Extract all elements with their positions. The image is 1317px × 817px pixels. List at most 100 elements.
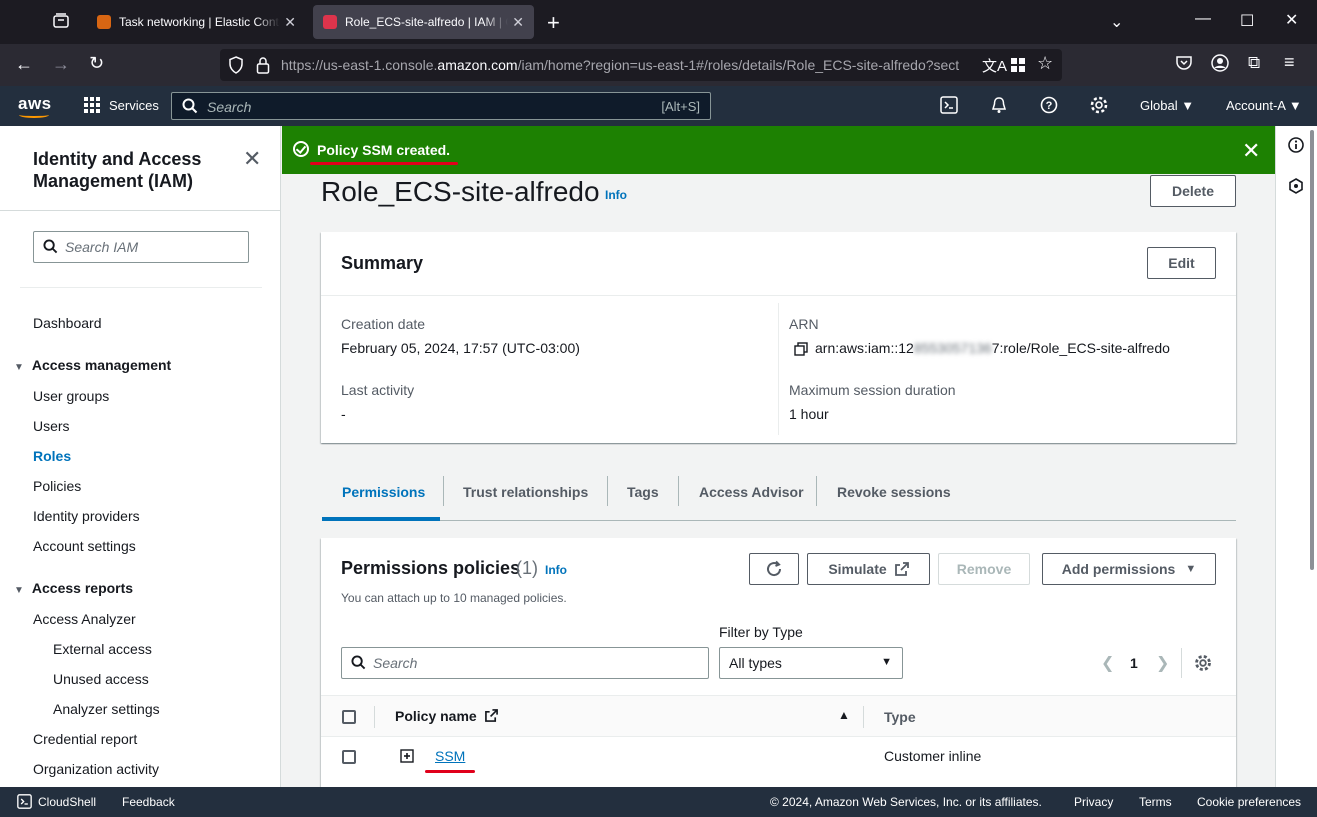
tab-permissions[interactable]: Permissions (342, 484, 425, 500)
sidebar-item-user-groups[interactable]: User groups (33, 388, 109, 404)
sidebar-item-analyzer-settings[interactable]: Analyzer settings (53, 701, 160, 717)
terms-link[interactable]: Terms (1139, 795, 1172, 809)
tab-close-icon[interactable]: ✕ (284, 14, 296, 31)
caret-down-icon: ▼ (881, 656, 892, 668)
new-tab-icon[interactable]: + (547, 10, 560, 36)
cloudshell-icon[interactable] (940, 96, 958, 119)
tab-access-advisor[interactable]: Access Advisor (699, 484, 804, 500)
policy-name-column-header[interactable]: Policy name (395, 708, 498, 724)
column-divider (863, 706, 864, 728)
copy-icon[interactable] (794, 342, 808, 359)
sidebar-item-access-analyzer[interactable]: Access Analyzer (33, 611, 136, 627)
maximize-icon[interactable]: ☐ (1240, 11, 1254, 31)
type-filter-select[interactable]: All types ▼ (719, 647, 903, 679)
sidebar-item-unused-access[interactable]: Unused access (53, 671, 149, 687)
sidebar-section-access-reports[interactable]: ▼ Access reports (14, 580, 133, 596)
last-activity-value: - (341, 406, 346, 422)
search-iam-input[interactable]: Search IAM (33, 231, 249, 263)
back-icon[interactable]: ← (15, 54, 33, 75)
policy-search-input[interactable]: Search (341, 647, 709, 679)
page-info-link[interactable]: Info (605, 188, 627, 202)
simulate-button[interactable]: Simulate (807, 553, 930, 585)
sidebar-item-external-access[interactable]: External access (53, 641, 152, 657)
column-divider (778, 303, 779, 435)
forward-icon[interactable]: → (52, 54, 70, 75)
sidebar-item-account-settings[interactable]: Account settings (33, 538, 136, 554)
sidebar-item-roles[interactable]: Roles (33, 448, 71, 464)
pocket-icon[interactable] (1175, 54, 1193, 77)
tab-separator (443, 476, 444, 506)
external-link-icon (484, 709, 498, 722)
tab-title: Task networking | Elastic Contai (119, 15, 281, 29)
notifications-bell-icon[interactable] (990, 96, 1008, 119)
summary-title: Summary (341, 253, 424, 273)
sort-ascending-icon[interactable]: ▲ (838, 708, 850, 722)
extensions-puzzle-icon[interactable]: ⧉ (1248, 53, 1260, 73)
settings-gear-icon[interactable] (1090, 96, 1108, 119)
sidebar-item-identity-providers[interactable]: Identity providers (33, 508, 140, 524)
services-menu[interactable]: Services (84, 97, 159, 113)
window-close-icon[interactable]: ✕ (1285, 10, 1298, 30)
bookmark-star-icon[interactable]: ☆ (1037, 53, 1053, 74)
expand-plus-icon[interactable] (400, 749, 414, 766)
account-menu[interactable]: Account-A ▼ (1226, 98, 1302, 113)
tab-tags[interactable]: Tags (627, 484, 659, 500)
account-icon[interactable] (1211, 54, 1229, 77)
url-bar[interactable]: https://us-east-1.console.amazon.com/iam… (220, 49, 1062, 81)
aws-search-input[interactable]: Search [Alt+S] (171, 92, 711, 120)
menu-hamburger-icon[interactable]: ≡ (1284, 52, 1295, 73)
tab-overview-icon[interactable] (52, 12, 70, 35)
select-all-checkbox[interactable] (342, 710, 356, 724)
sidebar-close-icon[interactable]: ✕ (243, 146, 261, 172)
shield-icon[interactable] (228, 56, 244, 77)
tab-close-icon[interactable]: ✕ (512, 14, 524, 31)
dismiss-close-icon[interactable]: ✕ (1242, 138, 1260, 164)
type-column-header[interactable]: Type (884, 709, 916, 725)
sidebar-item-dashboard[interactable]: Dashboard (33, 315, 102, 331)
next-page-icon[interactable]: ❯ (1156, 653, 1169, 673)
list-tabs-chevron-icon[interactable]: ⌄ (1110, 12, 1123, 32)
sidebar-item-policies[interactable]: Policies (33, 478, 81, 494)
table-preferences-gear-icon[interactable] (1194, 654, 1212, 675)
sidebar-item-credential-report[interactable]: Credential report (33, 731, 137, 747)
minimize-icon[interactable]: — (1195, 10, 1211, 28)
scrollbar[interactable] (1310, 130, 1314, 570)
feedback-link[interactable]: Feedback (122, 795, 175, 809)
browser-tab-iam[interactable]: Role_ECS-site-alfredo | IAM | Glo ✕ (313, 5, 534, 39)
row-checkbox[interactable] (342, 750, 356, 764)
aws-logo[interactable]: aws (18, 94, 52, 118)
tab-trust-relationships[interactable]: Trust relationships (463, 484, 588, 500)
edit-button[interactable]: Edit (1147, 247, 1216, 279)
translate-icon[interactable]: 文A (982, 55, 1007, 76)
feedback-hexagon-icon[interactable] (1288, 178, 1304, 197)
info-panel-icon[interactable] (1288, 137, 1304, 156)
previous-page-icon[interactable]: ❮ (1101, 653, 1114, 673)
help-icon[interactable]: ? (1040, 96, 1058, 119)
refresh-icon (767, 560, 782, 577)
page-number[interactable]: 1 (1130, 655, 1138, 671)
reload-icon[interactable]: ↻ (89, 53, 104, 74)
region-selector[interactable]: Global ▼ (1140, 98, 1194, 113)
search-placeholder: Search (207, 99, 252, 115)
permissions-info-link[interactable]: Info (545, 563, 567, 577)
sidebar-section-access-management[interactable]: ▼ Access management (14, 357, 171, 373)
cloudshell-footer-icon[interactable] (17, 794, 32, 812)
sidebar-item-users[interactable]: Users (33, 418, 70, 434)
policy-name-link[interactable]: SSM (435, 748, 465, 764)
privacy-link[interactable]: Privacy (1074, 795, 1113, 809)
tab-revoke-sessions[interactable]: Revoke sessions (837, 484, 951, 500)
search-shortcut-hint: [Alt+S] (661, 99, 700, 114)
max-session-value: 1 hour (789, 406, 829, 422)
search-icon (43, 239, 58, 257)
delete-button[interactable]: Delete (1150, 175, 1236, 207)
red-annotation-underline (425, 770, 475, 773)
refresh-button[interactable] (749, 553, 799, 585)
add-permissions-button[interactable]: Add permissions ▼ (1042, 553, 1216, 585)
cloudshell-link[interactable]: CloudShell (38, 795, 96, 809)
sidebar-item-organization-activity[interactable]: Organization activity (33, 761, 159, 777)
remove-button[interactable]: Remove (938, 553, 1030, 585)
browser-tab-ecs[interactable]: Task networking | Elastic Contai ✕ (87, 5, 306, 39)
cookie-preferences-link[interactable]: Cookie preferences (1197, 795, 1301, 809)
lock-icon[interactable] (256, 56, 270, 77)
extensions-grid-icon[interactable] (1010, 57, 1026, 76)
